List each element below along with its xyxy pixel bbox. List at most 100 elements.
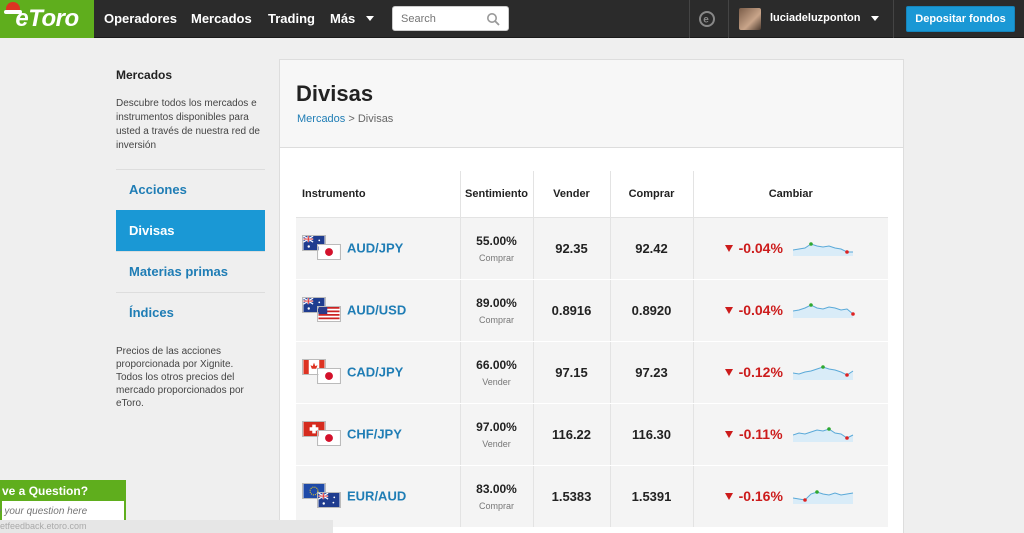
sell-price[interactable]: 0.8916 bbox=[532, 279, 610, 342]
sparkline-chart bbox=[792, 427, 853, 443]
question-widget[interactable]: ve a Question? bbox=[0, 480, 126, 524]
sentiment-cell: 89.00% Comprar bbox=[459, 279, 533, 342]
change-value: -0.12% bbox=[724, 364, 783, 380]
column-header-vender[interactable]: Vender bbox=[532, 171, 610, 218]
arrow-down-icon bbox=[724, 492, 733, 500]
instrument-link[interactable]: AUD/USD bbox=[347, 303, 406, 318]
sidebar-item-indices[interactable]: Índices bbox=[116, 292, 265, 333]
deposit-button[interactable]: Depositar fondos bbox=[906, 6, 1015, 32]
currency-flags bbox=[302, 359, 342, 385]
buy-price[interactable]: 97.23 bbox=[609, 341, 693, 404]
sparkline-chart bbox=[792, 242, 853, 257]
sentiment-value: 55.00% bbox=[476, 234, 517, 248]
sentiment-side: Vender bbox=[482, 439, 511, 449]
arrow-down-icon bbox=[724, 306, 733, 314]
nav-item-mas[interactable]: Más bbox=[330, 11, 355, 26]
instrument-cell[interactable]: EUR/AUD bbox=[296, 465, 460, 528]
sparkline-chart bbox=[792, 365, 854, 381]
avatar[interactable] bbox=[739, 8, 761, 30]
etoro-logo[interactable]: eToro bbox=[0, 0, 94, 38]
change-percent: -0.04% bbox=[738, 302, 783, 319]
instrument-cell[interactable]: CAD/JPY bbox=[296, 341, 460, 404]
flag-us-icon bbox=[317, 306, 341, 322]
flag-jp-icon bbox=[317, 368, 341, 384]
instrument-link[interactable]: CAD/JPY bbox=[347, 365, 403, 380]
table-row[interactable]: AUD/USD 89.00% Comprar 0.8916 0.8920 -0.04% bbox=[296, 279, 888, 342]
nav-divider bbox=[689, 0, 690, 38]
arrow-down-icon bbox=[724, 244, 733, 252]
sell-price[interactable]: 97.15 bbox=[532, 341, 610, 404]
sidebar-item-divisas[interactable]: Divisas bbox=[116, 210, 265, 251]
sidebar-item-materias-primas[interactable]: Materias primas bbox=[116, 251, 265, 292]
nav-item-trading[interactable]: Trading bbox=[268, 11, 315, 26]
column-header-comprar[interactable]: Comprar bbox=[609, 171, 693, 218]
chevron-down-icon[interactable] bbox=[366, 16, 374, 21]
column-header-instrumento[interactable]: Instrumento bbox=[296, 171, 460, 218]
sidebar-menu: Acciones Divisas Materias primas Índices bbox=[116, 169, 265, 333]
instrument-cell[interactable]: CHF/JPY bbox=[296, 403, 460, 466]
nav-item-operadores[interactable]: Operadores bbox=[104, 11, 177, 26]
change-cell: -0.16% bbox=[692, 465, 888, 528]
sparkline-chart bbox=[792, 490, 854, 505]
flag-au-icon bbox=[317, 492, 341, 508]
buy-price[interactable]: 116.30 bbox=[609, 403, 693, 466]
column-header-sentimiento[interactable]: Sentimiento bbox=[459, 171, 533, 218]
sidebar-item-acciones[interactable]: Acciones bbox=[116, 169, 265, 210]
sentiment-side: Comprar bbox=[478, 501, 514, 511]
change-value: -0.16% bbox=[724, 488, 783, 505]
instrument-link[interactable]: CHF/JPY bbox=[347, 427, 402, 442]
sell-price[interactable]: 116.22 bbox=[532, 403, 610, 466]
sidebar-title: Mercados bbox=[116, 68, 173, 82]
sentiment-cell: 66.00% Vender bbox=[459, 341, 533, 404]
chevron-down-icon[interactable] bbox=[871, 16, 879, 21]
change-cell: -0.12% bbox=[692, 341, 888, 404]
instrument-link[interactable]: EUR/AUD bbox=[347, 489, 406, 504]
sentiment-value: 66.00% bbox=[476, 358, 517, 372]
sentiment-side: Comprar bbox=[478, 315, 514, 325]
main-panel: Divisas Mercados > Divisas Instrumento S… bbox=[279, 59, 904, 533]
nav-divider bbox=[893, 0, 894, 38]
nav-divider bbox=[728, 0, 729, 38]
top-navigation-bar: eToro Operadores Mercados Trading Más e … bbox=[0, 0, 1024, 38]
arrow-down-icon bbox=[724, 430, 733, 438]
logo-text: eToro bbox=[15, 5, 79, 32]
breadcrumb: Mercados > Divisas bbox=[297, 113, 393, 125]
table-row[interactable]: AUD/JPY 55.00% Comprar 92.35 92.42 -0.04% bbox=[296, 217, 888, 280]
buy-price[interactable]: 92.42 bbox=[609, 217, 693, 280]
column-header-cambiar[interactable]: Cambiar bbox=[692, 171, 888, 218]
instrument-link[interactable]: AUD/JPY bbox=[347, 241, 403, 256]
search-box[interactable] bbox=[392, 6, 509, 31]
sentiment-value: 89.00% bbox=[476, 296, 517, 310]
sell-price[interactable]: 92.35 bbox=[532, 217, 610, 280]
change-percent: -0.16% bbox=[738, 488, 783, 505]
currency-flags bbox=[302, 421, 342, 447]
santa-hat-icon bbox=[4, 2, 22, 14]
search-icon[interactable] bbox=[486, 12, 500, 26]
table-row[interactable]: CHF/JPY 97.00% Vender 116.22 116.30 -0.11% bbox=[296, 403, 888, 466]
sentiment-cell: 83.00% Comprar bbox=[459, 465, 533, 528]
etoro-network-icon[interactable]: e bbox=[696, 9, 718, 29]
breadcrumb-link-mercados[interactable]: Mercados bbox=[297, 113, 345, 125]
search-input[interactable] bbox=[401, 11, 481, 27]
sidebar-description: Descubre todos los mercados e instrument… bbox=[116, 98, 260, 151]
price-source-note: Precios de las acciones proporcionada po… bbox=[116, 346, 244, 409]
table-row[interactable]: CAD/JPY 66.00% Vender 97.15 97.23 -0.12% bbox=[296, 341, 888, 404]
nav-item-mercados[interactable]: Mercados bbox=[191, 11, 252, 26]
change-cell: -0.04% bbox=[692, 279, 888, 342]
question-widget-title[interactable]: ve a Question? bbox=[2, 482, 124, 501]
change-cell: -0.04% bbox=[692, 217, 888, 280]
buy-price[interactable]: 0.8920 bbox=[609, 279, 693, 342]
sentiment-side: Vender bbox=[482, 377, 511, 387]
sentiment-cell: 97.00% Vender bbox=[459, 403, 533, 466]
feedback-link[interactable]: etfeedback.etoro.com bbox=[0, 520, 333, 533]
table-row[interactable]: EUR/AUD 83.00% Comprar 1.5383 1.5391 -0.16% bbox=[296, 465, 888, 528]
instrument-cell[interactable]: AUD/USD bbox=[296, 279, 460, 342]
sell-price[interactable]: 1.5383 bbox=[532, 465, 610, 528]
buy-price[interactable]: 1.5391 bbox=[609, 465, 693, 528]
sparkline-chart bbox=[792, 303, 855, 319]
question-input[interactable] bbox=[0, 504, 120, 520]
change-cell: -0.11% bbox=[692, 403, 888, 466]
username[interactable]: luciadeluzponton bbox=[770, 12, 860, 24]
instrument-cell[interactable]: AUD/JPY bbox=[296, 217, 460, 280]
currency-flags bbox=[302, 235, 342, 261]
